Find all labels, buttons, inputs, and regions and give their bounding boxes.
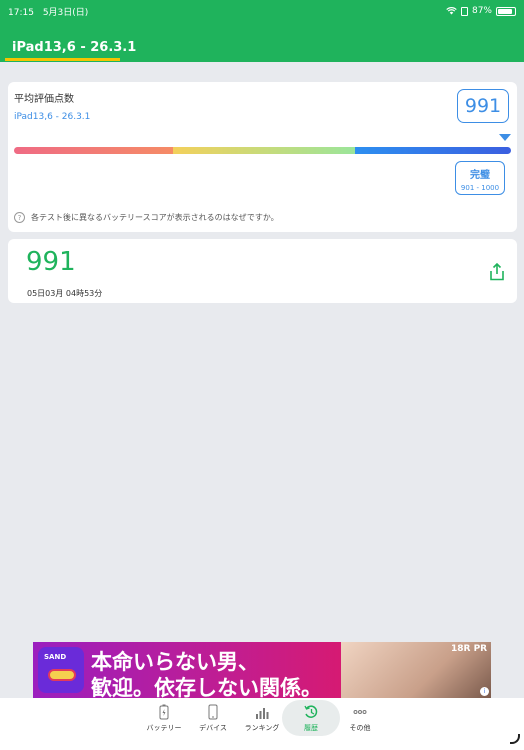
score-range-bar (14, 147, 511, 154)
tab-more-label: その他 (349, 723, 371, 732)
result-score: 991 (26, 247, 76, 277)
rating-badge: 完璧 901 - 1000 (455, 161, 505, 195)
status-time: 17:15 (8, 7, 34, 18)
device-label: iPad13,6 - 26.3.1 (14, 112, 91, 122)
device-icon (208, 704, 218, 719)
range-segment-low (14, 147, 173, 154)
battery-level-icon (496, 6, 516, 16)
status-date: 5月3日(日) (42, 7, 89, 18)
tab-device[interactable]: iPad13,6 - 26.3.1 (12, 40, 136, 55)
average-score-value: 991 (457, 89, 509, 123)
tab-indicator (5, 58, 120, 61)
rating-range: 901 - 1000 (460, 184, 500, 192)
tab-more[interactable]: その他 (331, 698, 389, 738)
ad-app-logo: SAND (38, 647, 84, 693)
ad-badge: 18R PR (451, 644, 488, 654)
hotdog-icon (48, 669, 76, 681)
tab-device-label: デバイス (199, 723, 227, 732)
wifi-icon (446, 7, 457, 15)
average-score-card: 平均評価点数 iPad13,6 - 26.3.1 991 完璧 901 - 10… (8, 82, 517, 232)
question-icon: ? (14, 212, 25, 223)
ad-headline-line2: 歓迎。依存しない関係。 (91, 676, 322, 698)
result-timestamp: 05日03月 04時53分 (27, 289, 103, 298)
app-header: 17:15 5月3日(日) 87% iPad13,6 - 26.3.1 (0, 0, 524, 62)
more-icon (353, 709, 367, 714)
ad-info-icon[interactable]: i (480, 687, 489, 696)
battery-icon (159, 704, 169, 719)
score-marker-icon (499, 134, 511, 141)
tab-battery-label: バッテリー (146, 723, 182, 732)
tab-ranking-label: ランキング (244, 723, 280, 732)
ad-logo-text: SAND (44, 653, 67, 661)
help-link[interactable]: ? 各テスト後に異なるバッテリースコアが表示されるのはなぜですか。 (14, 212, 279, 223)
bottom-tab-bar: バッテリー デバイス ランキング 履歴 その他 (0, 698, 524, 750)
battery-percent: 87% (471, 6, 492, 16)
help-text: 各テスト後に異なるバッテリースコアが表示されるのはなぜですか。 (31, 213, 279, 222)
status-bar: 17:15 5月3日(日) 87% (8, 4, 516, 18)
history-icon (304, 704, 318, 718)
tab-history-label: 履歴 (304, 723, 318, 732)
rating-label: 完璧 (470, 170, 490, 181)
sim-icon (460, 6, 468, 16)
range-segment-mid (173, 147, 355, 154)
ad-banner[interactable]: SAND 本命いらない男、 歓迎。依存しない関係。 18R PR i (33, 642, 491, 698)
range-segment-high (355, 147, 511, 154)
result-card[interactable]: 991 05日03月 04時53分 (8, 239, 517, 303)
ranking-icon (256, 707, 269, 719)
share-icon[interactable] (489, 263, 505, 281)
average-score-title: 平均評価点数 (14, 94, 74, 105)
